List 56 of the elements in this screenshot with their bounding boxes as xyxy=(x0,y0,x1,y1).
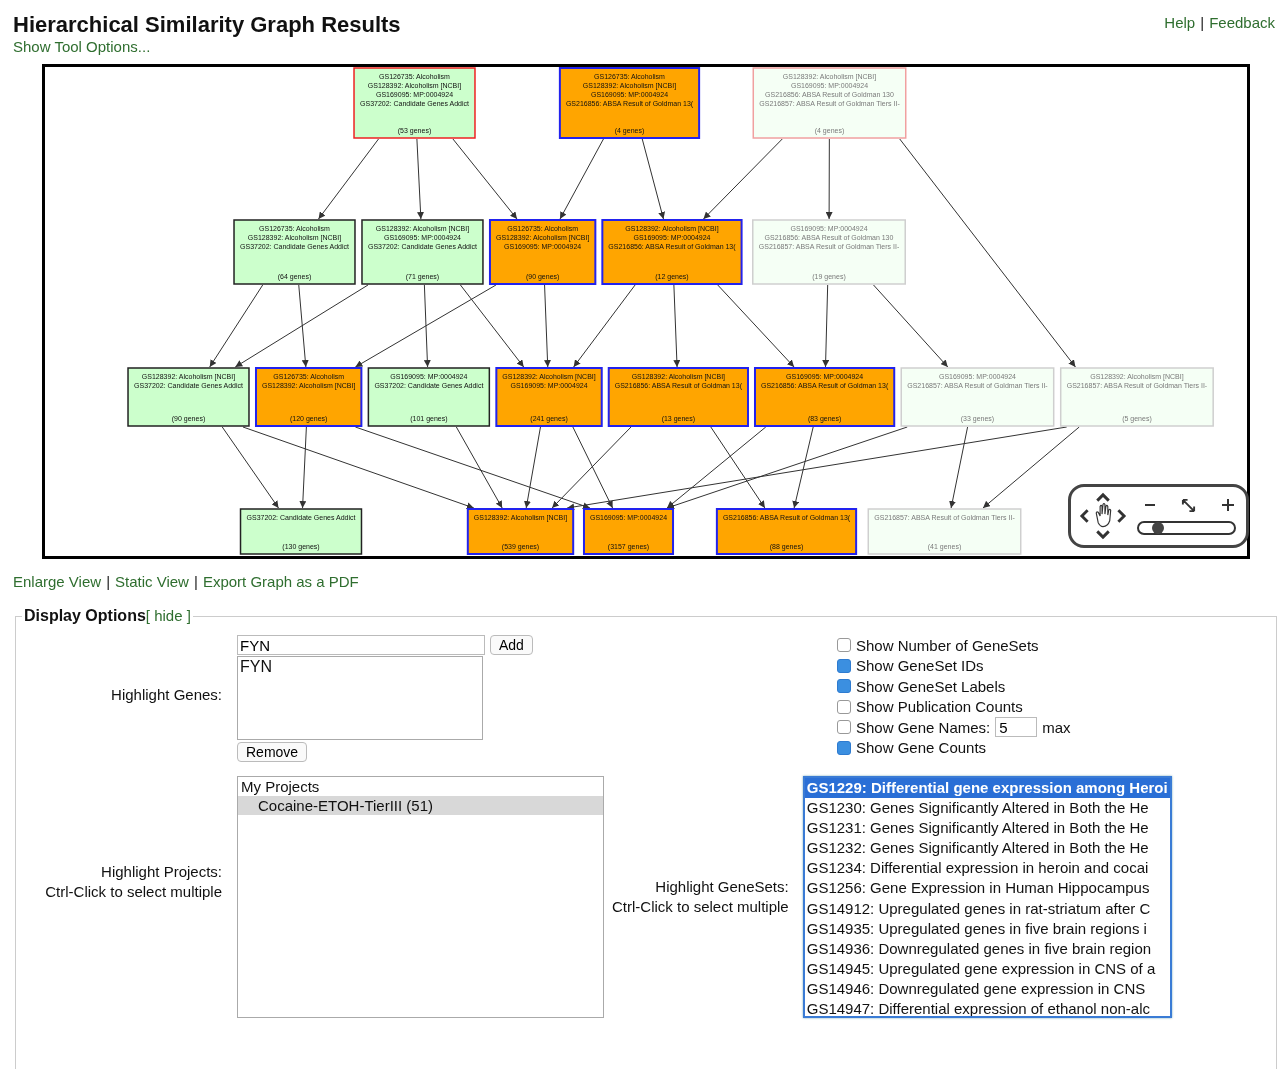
checkbox-label: Show GeneSet Labels xyxy=(856,677,1006,695)
checkbox-label: Show Gene Names: xyxy=(856,718,991,736)
project-list[interactable]: My Projects Cocaine-ETOH-TierIII (51) xyxy=(237,776,604,1018)
list-item[interactable]: GS1231: Genes Significantly Altered in Both the He xyxy=(804,818,1170,839)
zoom-in-icon[interactable] xyxy=(1222,499,1234,511)
graph-link[interactable]: Static View xyxy=(115,573,189,590)
hint-text: Ctrl-Click to select multiple xyxy=(44,882,222,902)
checkbox[interactable] xyxy=(837,699,851,714)
hint-text: Ctrl-Click to select multiple xyxy=(612,897,789,917)
checkbox-label: Show Number of GeneSets xyxy=(856,636,1039,654)
checkbox-label: Show Gene Counts xyxy=(856,739,987,756)
hide-link[interactable]: [ hide ] xyxy=(145,607,191,624)
add-button[interactable]: Add xyxy=(490,635,533,655)
list-item[interactable]: GS14945: Upregulated gene expression in CNS of a xyxy=(804,958,1170,979)
checkbox[interactable] xyxy=(837,679,851,693)
list-item[interactable]: GS1229: Differential gene expression among Heroi xyxy=(804,778,1170,799)
remove-button[interactable]: Remove xyxy=(237,742,308,762)
group-heading: My Projects xyxy=(240,777,321,796)
link-separator: | xyxy=(193,573,198,590)
field-label: Highlight Projects: xyxy=(100,862,222,882)
list-item[interactable]: GS1256: Gene Expression in Human Hippocampus xyxy=(804,878,1170,899)
list-item[interactable]: GS1230: Genes Significantly Altered in Both the He xyxy=(804,798,1170,819)
unit-label: max xyxy=(1042,718,1071,736)
section-title: Display Options xyxy=(24,607,146,624)
link-separator: | xyxy=(106,573,111,590)
slider-thumb[interactable] xyxy=(1152,521,1164,534)
list-item[interactable]: GS14936: Downregulated genes in five brain region xyxy=(804,938,1170,959)
field-label: Highlight Genes: xyxy=(110,685,222,705)
list-item[interactable]: Cocaine-ETOH-TierIII (51) xyxy=(238,796,603,815)
graph-link[interactable]: Export Graph as a PDF xyxy=(202,573,359,590)
list-item[interactable]: GS1234: Differential expression in heroin and cocai xyxy=(804,858,1170,879)
geneset-list[interactable] xyxy=(802,776,1172,1018)
checkbox[interactable] xyxy=(837,638,851,652)
page-title: Hierarchical Similarity Graph Results xyxy=(13,12,401,38)
tool-options-link[interactable]: Show Tool Options... xyxy=(13,38,401,55)
list-item[interactable]: FYN xyxy=(240,658,480,676)
checkbox[interactable] xyxy=(837,720,851,734)
gene-input-field[interactable]: FYN xyxy=(237,635,485,655)
checkbox[interactable] xyxy=(837,740,851,755)
link-separator: | xyxy=(1200,14,1205,33)
field-label: Highlight GeneSets: xyxy=(654,877,789,897)
list-item[interactable]: GS14935: Upregulated genes in five brain regions i xyxy=(804,918,1170,939)
checkbox-label: Show Publication Counts xyxy=(856,698,1023,715)
checkbox-label: Show GeneSet IDs xyxy=(856,657,984,674)
pan-control-icon[interactable] xyxy=(1079,492,1127,540)
graph-link[interactable]: Enlarge View xyxy=(13,573,102,590)
checkbox[interactable] xyxy=(837,658,851,673)
list-item[interactable]: GS14946: Downregulated gene expression in CNS xyxy=(804,978,1170,1000)
zoom-slider[interactable] xyxy=(1137,520,1236,535)
list-item[interactable]: GS1232: Genes Significantly Altered in Both the He xyxy=(804,838,1170,859)
gene-names-field[interactable]: 5 xyxy=(995,717,1038,737)
gene-list[interactable]: FYN xyxy=(237,656,483,740)
list-item[interactable]: GS14912: Upregulated genes in rat-striatum after C xyxy=(804,898,1170,919)
header-link[interactable]: Help xyxy=(1164,14,1196,55)
reset-zoom-icon[interactable] xyxy=(1181,497,1196,513)
header-link[interactable]: Feedback xyxy=(1209,14,1275,55)
